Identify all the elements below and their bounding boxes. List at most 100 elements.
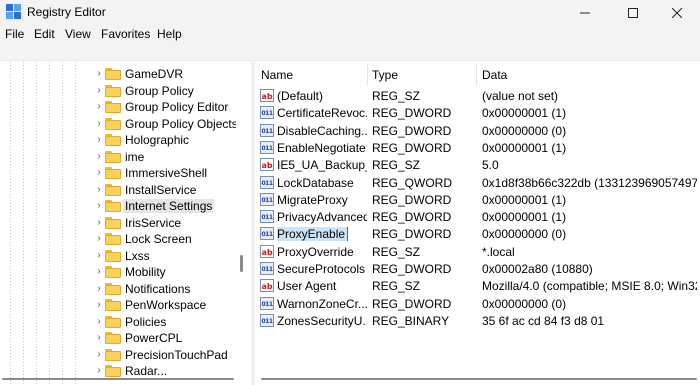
- value-row[interactable]: 011 PrivacyAdvanced REG_DWORD 0x00000001 (1…: [255, 209, 700, 225]
- values-list-pane[interactable]: Name Type Data ab (Default) REG_SZ (value n…: [255, 62, 700, 385]
- value-row[interactable]: 011 SecureProtocols REG_DWORD 0x00002a80 (1…: [255, 261, 700, 277]
- chevron-right-icon[interactable]: ›: [93, 283, 105, 295]
- tree-item[interactable]: › Lxss: [0, 248, 236, 264]
- value-row[interactable]: 011 MigrateProxy REG_DWORD 0x00000001 (1): [255, 192, 700, 208]
- address-bar[interactable]: [0, 44, 700, 61]
- tree-item[interactable]: › ime: [0, 149, 236, 165]
- tree-item[interactable]: › Group Policy Editor: [0, 99, 236, 115]
- key-tree-pane[interactable]: › GameDVR › Group Policy › Group Policy Edito…: [0, 62, 251, 385]
- value-row[interactable]: 011 CertificateRevoc... REG_DWORD 0x0000000…: [255, 105, 700, 121]
- tree-item-label: Mobility: [125, 265, 166, 279]
- selected-value-name[interactable]: ProxyEnable: [277, 227, 349, 242]
- menu-help[interactable]: Help: [157, 27, 182, 41]
- chevron-right-icon[interactable]: ›: [93, 349, 105, 361]
- chevron-right-icon[interactable]: ›: [93, 134, 105, 146]
- column-header-data[interactable]: Data: [482, 68, 507, 82]
- close-icon: [671, 7, 683, 18]
- list-hscroll-thumb[interactable]: [261, 378, 697, 380]
- tree-item[interactable]: › PenWorkspace: [0, 297, 236, 313]
- tree-item[interactable]: › PrecisionTouchPad: [0, 347, 236, 363]
- column-divider[interactable]: [367, 64, 368, 86]
- value-data: 0x00000000 (0): [482, 123, 567, 138]
- tree-item[interactable]: › ImmersiveShell: [0, 165, 236, 181]
- tree-item[interactable]: › Internet Settings: [0, 198, 236, 214]
- tree-item[interactable]: › Group Policy Objects: [0, 116, 237, 132]
- tree-item-label: IrisService: [125, 215, 182, 230]
- chevron-right-icon[interactable]: ›: [93, 217, 105, 229]
- value-type: REG_SZ: [372, 89, 421, 103]
- tree-item[interactable]: › Policies: [0, 314, 236, 330]
- tree-scroll-thumb[interactable]: [240, 255, 243, 272]
- tree-item[interactable]: › IrisService: [0, 215, 236, 231]
- tree-hscroll-thumb[interactable]: [2, 378, 234, 380]
- tree-item[interactable]: › Group Policy: [0, 83, 236, 99]
- tree-vertical-scrollbar[interactable]: [236, 62, 248, 372]
- value-row[interactable]: ab (Default) REG_SZ (value not set): [255, 88, 700, 104]
- menu-favorites[interactable]: Favorites: [101, 27, 150, 41]
- folder-icon: [105, 117, 121, 130]
- value-row[interactable]: 011 WarnonZoneCr... REG_DWORD 0x00000000 (0…: [255, 296, 700, 312]
- value-row[interactable]: ab User Agent REG_SZ Mozilla/4.0 (compatibl…: [255, 278, 700, 294]
- tree-item[interactable]: › GameDVR: [0, 66, 236, 82]
- value-type: REG_SZ: [372, 279, 421, 294]
- value-row[interactable]: 011 DisableCaching... REG_DWORD 0x00000000 …: [255, 123, 700, 139]
- value-row[interactable]: ab ProxyOverride REG_SZ *.local: [255, 244, 700, 260]
- value-data: *.local: [482, 244, 515, 259]
- chevron-right-icon[interactable]: ›: [93, 118, 105, 130]
- chevron-right-icon[interactable]: ›: [93, 299, 105, 311]
- value-data: 0x00000001 (1): [482, 106, 567, 121]
- column-header-type[interactable]: Type: [372, 68, 398, 82]
- value-name: User Agent: [277, 279, 337, 294]
- chevron-right-icon[interactable]: ›: [93, 316, 105, 328]
- chevron-right-icon[interactable]: ›: [93, 68, 105, 80]
- close-button[interactable]: [654, 0, 700, 24]
- tree-item[interactable]: › Lock Screen: [0, 231, 236, 247]
- binary-value-icon: 011: [260, 140, 274, 154]
- tree-item-label: Notifications: [125, 281, 191, 296]
- folder-icon: [105, 266, 121, 278]
- registry-editor-icon: [6, 4, 21, 19]
- chevron-right-icon[interactable]: ›: [93, 167, 105, 179]
- value-name: EnableNegotiate: [277, 140, 366, 155]
- tree-item[interactable]: › PowerCPL: [0, 330, 236, 346]
- window-title: Registry Editor: [27, 5, 106, 19]
- tree-item-label: Holographic: [125, 133, 190, 147]
- minimize-button[interactable]: [562, 0, 608, 24]
- folder-icon: [105, 348, 121, 361]
- menu-edit[interactable]: Edit: [34, 27, 55, 41]
- tree-item-label: PenWorkspace: [125, 298, 207, 312]
- chevron-right-icon[interactable]: ›: [93, 266, 105, 278]
- chevron-right-icon[interactable]: ›: [93, 101, 105, 113]
- column-divider[interactable]: [476, 64, 477, 86]
- tree-item[interactable]: › Mobility: [0, 264, 236, 280]
- tree-item[interactable]: › Notifications: [0, 281, 236, 297]
- menu-file[interactable]: File: [5, 27, 24, 41]
- value-row[interactable]: 011 ProxyEnable REG_DWORD 0x00000000 (0): [255, 226, 700, 242]
- tree-item[interactable]: › Holographic: [0, 132, 236, 148]
- column-header-name[interactable]: Name: [261, 68, 293, 82]
- value-data: 0x00000001 (1): [482, 140, 567, 155]
- value-row[interactable]: 011 EnableNegotiate REG_DWORD 0x00000001 (1…: [255, 140, 700, 156]
- value-row[interactable]: 011 LockDatabase REG_QWORD 0x1d8f38b66c322d…: [255, 175, 700, 191]
- folder-icon: [105, 134, 121, 146]
- value-row[interactable]: abIE5_UA_Backup_... REG_SZ 5.0: [255, 157, 700, 173]
- tree-horizontal-scrollbar[interactable]: [0, 375, 236, 383]
- maximize-button[interactable]: [610, 0, 656, 24]
- tree-item[interactable]: › InstallService: [0, 182, 236, 198]
- value-row[interactable]: 011 ZonesSecurityU... REG_BINARY 35 6f ac c…: [255, 313, 700, 329]
- list-horizontal-scrollbar[interactable]: [259, 375, 700, 383]
- tree-item-label: Group Policy Editor: [125, 100, 229, 114]
- tree-item-label: PrecisionTouchPad: [125, 347, 228, 362]
- value-type: REG_DWORD: [372, 227, 452, 242]
- chevron-right-icon[interactable]: ›: [93, 332, 105, 344]
- menu-view[interactable]: View: [65, 27, 91, 41]
- value-name: IE5_UA_Backup_...: [277, 158, 367, 173]
- value-type: REG_QWORD: [372, 175, 453, 190]
- chevron-right-icon[interactable]: ›: [93, 250, 105, 262]
- chevron-right-icon[interactable]: ›: [93, 85, 105, 97]
- chevron-right-icon[interactable]: ›: [93, 151, 105, 163]
- folder-icon: [105, 332, 121, 344]
- chevron-right-icon[interactable]: ›: [93, 233, 105, 245]
- chevron-right-icon[interactable]: ›: [93, 184, 105, 196]
- chevron-right-icon[interactable]: ›: [93, 200, 105, 212]
